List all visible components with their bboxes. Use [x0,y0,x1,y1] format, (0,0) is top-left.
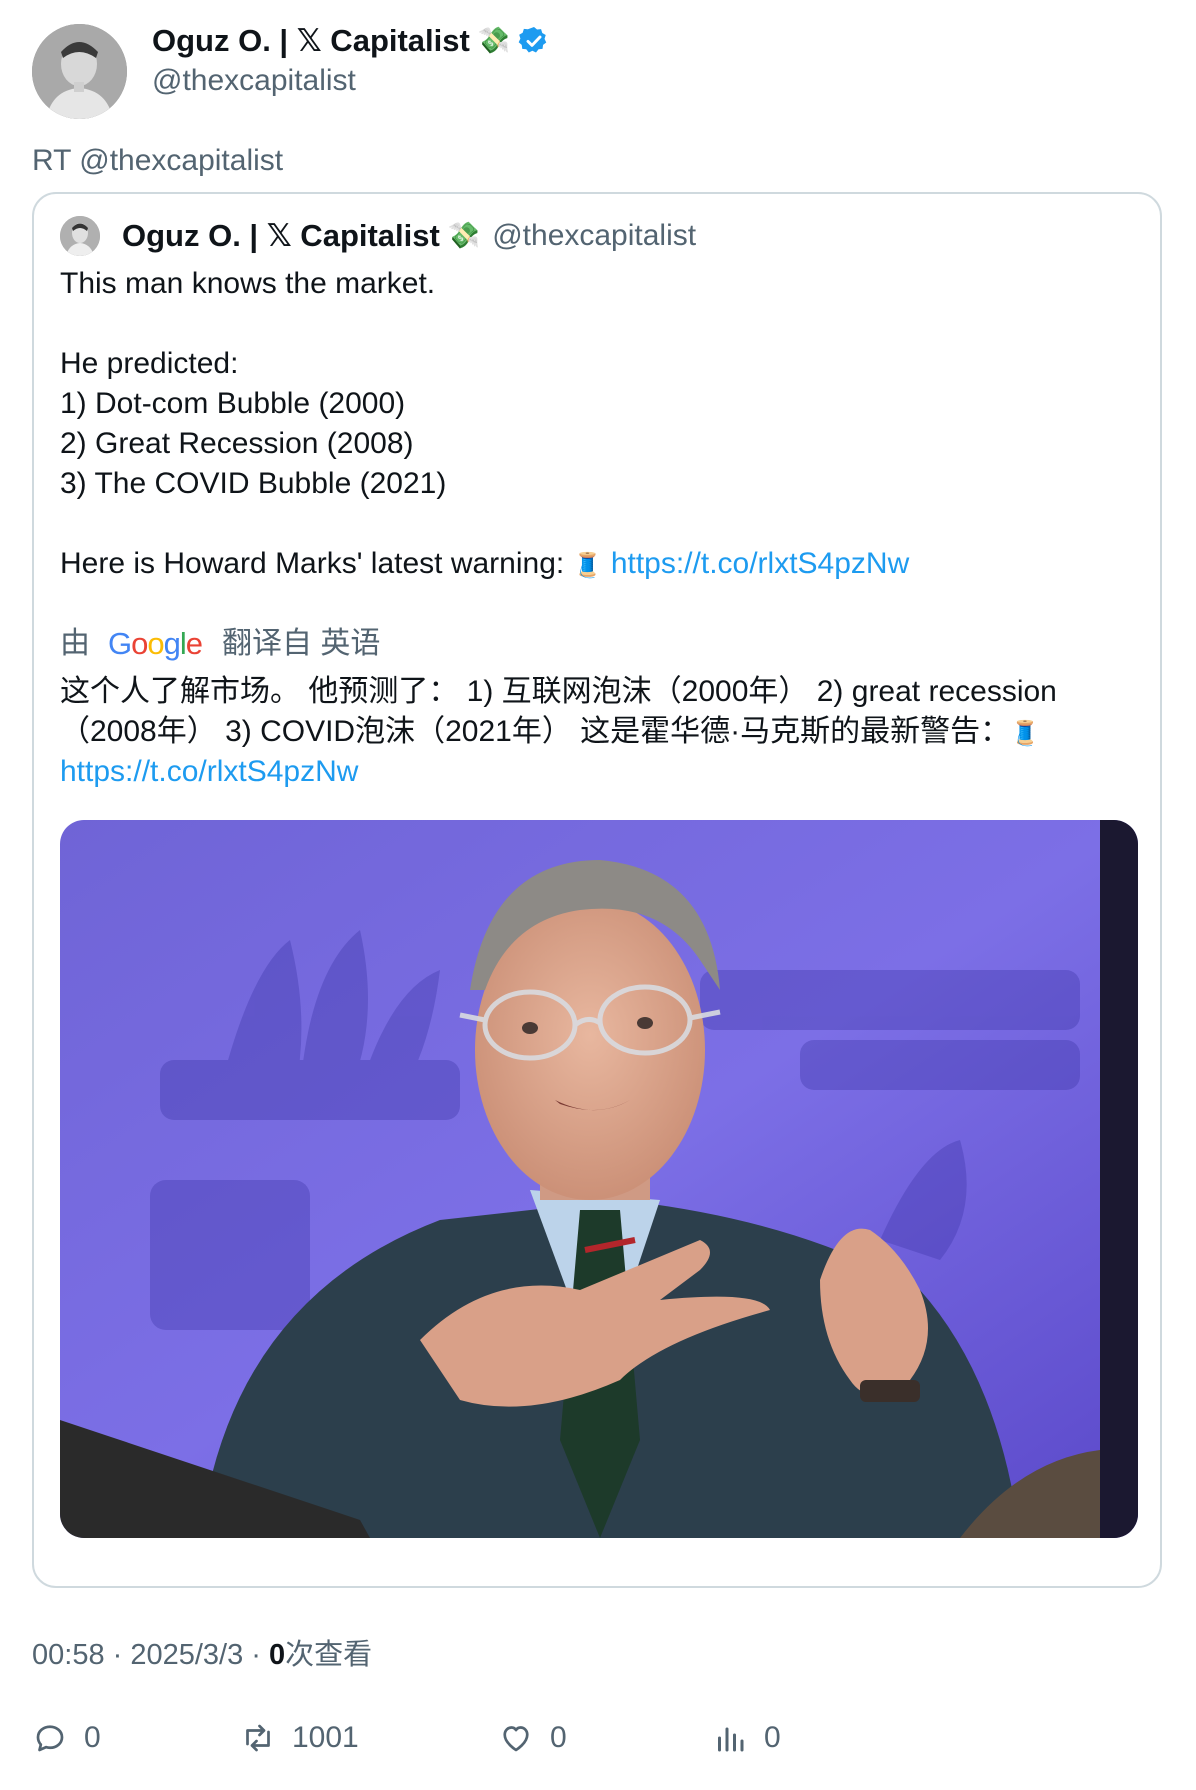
translated-link[interactable]: https://t.co/rlxtS4pzNw [60,755,358,788]
author-avatar[interactable] [32,24,127,119]
translate-prefix: 由 [60,627,90,660]
text-line: He predicted: [60,347,239,380]
author-name-row[interactable]: Oguz O. | 𝕏 Capitalist 💸 [152,22,550,60]
translated-line: https://t.co/rlxtS4pzNw [60,752,1150,792]
thread-spool-icon: 🧵 [1010,719,1041,747]
money-emoji: 💸 [477,26,511,56]
photo-of-speaker [60,820,1138,1538]
verified-badge-icon [518,27,547,53]
reply-icon [36,1725,64,1752]
translation-attribution: 由 Google 翻译自 英语 [60,624,380,664]
like-count: 0 [550,1721,567,1754]
views-count: 0 [764,1721,781,1754]
translated-line-text: （2008年） 3) COVID泡沫（2021年） 这是霍华德·马克斯的最新警告… [60,715,1011,748]
quoted-author-name[interactable]: Oguz O. | 𝕏 Capitalist [122,217,440,255]
text-line [60,504,1140,544]
action-bar: 0 1001 0 0 [32,1720,1162,1770]
translated-line: （2008年） 3) COVID泡沫（2021年） 这是霍华德·马克斯的最新警告… [60,712,1150,752]
author-name[interactable]: Oguz O. | 𝕏 Capitalist [152,22,470,60]
google-logo: Google [108,626,203,661]
thread-spool-icon: 🧵 [572,551,603,579]
money-emoji: 💸 [447,221,481,251]
heart-icon [503,1726,529,1752]
text-line: 3) The COVID Bubble (2021) [60,467,447,500]
quoted-header: Oguz O. | 𝕏 Capitalist 💸 @thexcapitalist [60,216,696,256]
translate-suffix: 翻译自 英语 [222,627,381,660]
warning-line: Here is Howard Marks' latest warning: 🧵 … [60,544,1140,584]
text-line: 1) Dot-com Bubble (2000) [60,387,406,420]
view-count: 0 [269,1639,286,1671]
quoted-author-handle[interactable]: @thexcapitalist [492,217,696,255]
translated-line: 这个人了解市场。 他预测了： 1) 互联网泡沫（2000年） 2) great … [60,675,1057,708]
tweet-link[interactable]: https://t.co/rlxtS4pzNw [611,547,909,580]
reply-count: 0 [84,1721,101,1754]
retweet-label: RT @thexcapitalist [32,144,284,177]
like-button[interactable]: 0 [498,1720,567,1756]
text-line: 2) Great Recession (2008) [60,427,414,460]
text-line: This man knows the market. [60,267,436,300]
quoted-tweet-text: This man knows the market. He predicted:… [60,264,1140,584]
analytics-icon [718,1727,744,1752]
retweet-button[interactable]: 1001 [240,1720,359,1756]
view-label: 次查看 [285,1639,373,1671]
warning-text: Here is Howard Marks' latest warning: [60,547,565,580]
retweet-count: 1001 [292,1721,359,1754]
quoted-tweet-card[interactable]: Oguz O. | 𝕏 Capitalist 💸 @thexcapitalist… [32,192,1162,1588]
reply-button[interactable]: 0 [32,1720,101,1756]
text-line [60,304,1140,344]
retweet-icon [246,1724,270,1752]
tweet-meta: 00:58 · 2025/3/3 · 0次查看 [32,1636,372,1674]
translated-text: 这个人了解市场。 他预测了： 1) 互联网泡沫（2000年） 2) great … [60,672,1150,792]
tweet-photo[interactable] [60,820,1138,1538]
tweet-timestamp[interactable]: 00:58 · 2025/3/3 · [32,1639,269,1671]
author-handle[interactable]: @thexcapitalist [152,62,356,100]
views-button[interactable]: 0 [712,1720,781,1756]
quoted-avatar[interactable] [60,216,100,256]
